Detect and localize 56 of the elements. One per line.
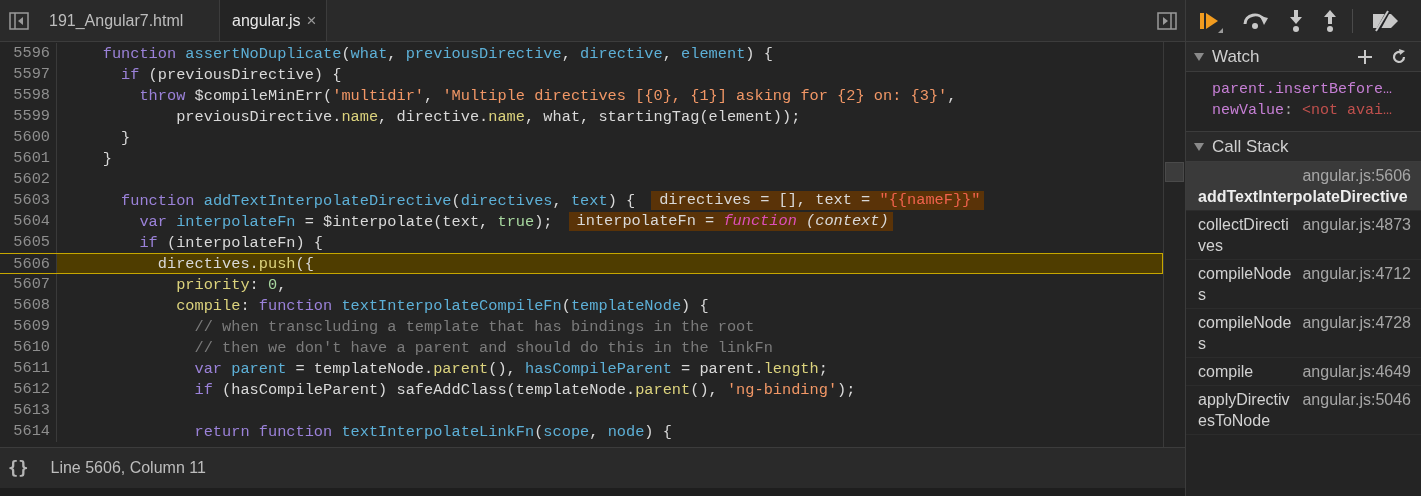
code-line: if (interpolateFn) {: [138, 233, 324, 252]
frame-location: angular.js:4649: [1302, 362, 1411, 382]
frame-name: compileNodes: [1198, 264, 1293, 305]
frame-location: angular.js:4712: [1302, 264, 1411, 284]
watch-expression[interactable]: parent.insertBefore…: [1212, 79, 1421, 100]
sidebar-toggle-icon[interactable]: [9, 11, 29, 30]
code-line: function assertNoDuplicate(what, previousDirective, directive, element) {: [101, 44, 773, 63]
frame-name: collectDirectives: [1198, 215, 1290, 256]
inline-value: interpolateFn = function (context): [568, 212, 893, 231]
section-title[interactable]: Watch: [1212, 46, 1260, 67]
close-button[interactable]: ×: [306, 10, 317, 31]
file-tab[interactable]: 191_Angular7.html: [37, 0, 219, 41]
code-line: // when transcluding a template that has bindings in the root: [193, 317, 755, 336]
code-line: priority: 0,: [175, 275, 287, 294]
frame-location: angular.js:4873: [1302, 215, 1411, 235]
call-frame[interactable]: compileNodes angular.js:4728: [1186, 309, 1421, 358]
refresh-icon[interactable]: [1391, 48, 1407, 65]
expand-arrow-icon[interactable]: [1194, 52, 1204, 61]
deactivate-breakpoints-icon[interactable]: [1371, 9, 1399, 32]
watch-expression[interactable]: newValue: <not avai…: [1212, 100, 1421, 121]
line-number: 5606: [0, 254, 57, 273]
code-line: var interpolateFn = $interpolate(text, true);: [138, 212, 553, 231]
call-frame[interactable]: compileNodes angular.js:4712: [1186, 260, 1421, 309]
code-line: function addTextInterpolateDirective(directives, text) {: [120, 191, 636, 210]
code-line: }: [120, 128, 131, 147]
code-line: var parent = templateNode.parent(), hasCompileParent = parent.length;: [193, 359, 828, 378]
file-tab[interactable]: angular.js ×: [219, 0, 328, 41]
code-line: if (hasCompileParent) safeAddClass(templateNode.parent(), 'ng-binding');: [193, 380, 856, 399]
code-line: }: [101, 149, 112, 168]
code-line: previousDirective.name, directive.name, what, startingTag(element));: [175, 107, 801, 126]
code-line: return function textInterpolateLinkFn(scope, node) {: [193, 422, 672, 441]
code-line: if (previousDirective) {: [120, 65, 342, 84]
call-frame[interactable]: angular.js:5606 addTextInterpolateDirective: [1186, 162, 1421, 211]
expand-arrow-icon[interactable]: [1194, 142, 1204, 151]
frame-location: angular.js:4728: [1302, 313, 1411, 333]
inline-value: directives = [], text = "{{nameF}}": [651, 191, 985, 210]
cursor-position: Line 5606, Column 11: [50, 459, 206, 477]
call-frame[interactable]: collectDirectives angular.js:4873: [1186, 211, 1421, 260]
frame-name: compile: [1198, 362, 1255, 382]
code-line: compile: function textInterpolateCompileFn(templateNode) {: [175, 296, 709, 315]
step-into-icon[interactable]: [1288, 8, 1304, 33]
code-line: throw $compileMinErr('multidir', 'Multiple directives [{0}, {1}] asking for {2} on: {3}',: [138, 86, 957, 105]
frame-name: applyDirectivesToNode: [1198, 390, 1291, 431]
call-frame[interactable]: applyDirectivesToNode angular.js:5046: [1186, 386, 1421, 435]
call-frame[interactable]: compile angular.js:4649: [1186, 358, 1421, 386]
frame-name: compileNodes: [1198, 313, 1293, 354]
frame-location: angular.js:5606: [1302, 166, 1411, 186]
frame-location: angular.js:5046: [1302, 390, 1411, 410]
scrollbar-thumb[interactable]: [1165, 162, 1184, 182]
add-icon[interactable]: [1357, 48, 1373, 65]
frame-name: addTextInterpolateDirective: [1198, 187, 1408, 207]
step-out-icon[interactable]: [1322, 8, 1338, 33]
pretty-print-button[interactable]: {}: [8, 458, 29, 478]
sidebar-toggle-icon[interactable]: [1157, 11, 1177, 30]
code-line: // then we don't have a parent and should do this in the linkFn: [193, 338, 773, 357]
code-line: directives.push({: [156, 254, 314, 273]
